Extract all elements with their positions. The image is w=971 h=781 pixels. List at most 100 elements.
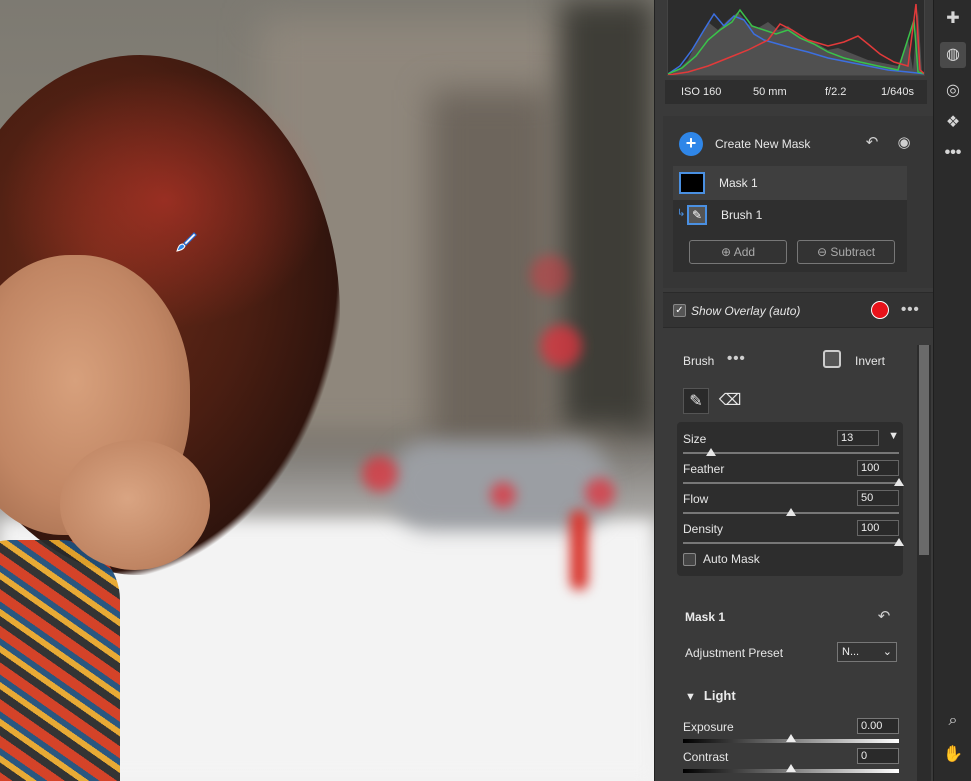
more-tools-icon[interactable]: ••• [940, 140, 966, 166]
plus-icon: + [679, 132, 703, 156]
size-label: Size [683, 432, 707, 446]
masking-panel: ISO 160 50 mm f/2.2 1/640s + Create New … [654, 0, 933, 781]
focal-length-value: 50 mm [753, 86, 787, 98]
photo-canvas[interactable] [0, 0, 654, 781]
size-dropdown-icon[interactable]: ▼ [888, 430, 899, 442]
presets-icon[interactable]: ❖ [940, 110, 966, 136]
auto-mask-checkbox[interactable] [683, 553, 696, 566]
adjustment-preset-label: Adjustment Preset [685, 646, 784, 660]
mask-adjustments-header: Mask 1 ↶ Adjustment Preset N... ⌄ [663, 592, 933, 674]
bokeh-light [530, 255, 570, 295]
auto-mask-option[interactable]: Auto Mask [683, 552, 760, 566]
subtract-label: Subtract [830, 245, 876, 259]
size-input[interactable]: 13 [837, 430, 879, 446]
light-section-toggle[interactable]: ▼ Light [685, 688, 736, 703]
light-section: ▼ Light Exposure 0.00 Contrast 0 [663, 678, 933, 781]
right-toolbar: ✚ ◍ ◎ ❖ ••• ⌕ ✋ [933, 0, 971, 781]
healing-icon[interactable]: ✚ [940, 6, 966, 32]
bokeh-light [585, 478, 615, 508]
density-thumb[interactable] [894, 538, 904, 546]
contrast-slider[interactable]: Contrast 0 [683, 748, 899, 778]
light-title: Light [703, 688, 736, 703]
child-arrow-icon: ↳ [677, 208, 686, 219]
brush-settings: Size 13 ▼ Feather 100 Flow 50 Density 10… [677, 422, 904, 576]
flow-slider[interactable]: Flow 50 [677, 490, 903, 520]
exposure-slider[interactable]: Exposure 0.00 [683, 718, 899, 748]
feather-label: Feather [683, 462, 725, 476]
chevron-down-icon: ⌄ [882, 646, 892, 658]
feather-input[interactable]: 100 [857, 460, 899, 476]
subject-shirt [0, 540, 120, 781]
density-label: Density [683, 522, 724, 536]
red-eye-icon[interactable]: ◎ [940, 78, 966, 104]
exposure-thumb[interactable] [786, 734, 796, 742]
masking-icon[interactable]: ◍ [940, 42, 966, 68]
mask-name: Mask 1 [719, 176, 758, 190]
subject-hand [60, 440, 210, 570]
feather-slider[interactable]: Feather 100 [677, 460, 904, 490]
exif-info-bar: ISO 160 50 mm f/2.2 1/640s [665, 80, 927, 104]
mask-component-item[interactable]: ↳ ✎ Brush 1 [673, 200, 907, 230]
mask-adjustments-title: Mask 1 [685, 610, 726, 624]
chevron-down-icon: ▼ [685, 691, 696, 703]
add-label: Add [733, 245, 756, 259]
more-options-icon[interactable]: ••• [901, 301, 920, 318]
panel-scrollbar[interactable] [917, 345, 931, 781]
density-input[interactable]: 100 [857, 520, 899, 536]
density-slider[interactable]: Density 100 [677, 520, 904, 550]
brush-cursor-icon [176, 232, 197, 252]
mask-thumbnail [679, 172, 705, 194]
feather-track[interactable] [683, 478, 904, 486]
exposure-input[interactable]: 0.00 [857, 718, 899, 734]
contrast-track[interactable] [683, 764, 899, 773]
contrast-input[interactable]: 0 [857, 748, 899, 764]
size-slider[interactable]: Size 13 ▼ [677, 430, 903, 460]
brush-section: Brush ••• Invert ✎ ⌫ Size 13 ▼ Feather 1… [663, 336, 933, 582]
exposure-track[interactable] [683, 734, 899, 743]
eye-icon[interactable]: ◉ [895, 134, 913, 152]
contrast-thumb[interactable] [786, 764, 796, 772]
flow-label: Flow [683, 492, 709, 506]
reset-icon[interactable]: ↶ [875, 608, 893, 626]
overlay-bar: ✓ Show Overlay (auto) ••• [663, 292, 933, 328]
flow-track[interactable] [683, 508, 899, 516]
flow-thumb[interactable] [786, 508, 796, 516]
aperture-value: f/2.2 [825, 86, 847, 98]
bokeh-light [362, 456, 398, 492]
flow-input[interactable]: 50 [857, 490, 899, 506]
zoom-icon[interactable]: ⌕ [940, 708, 966, 734]
bokeh-light [540, 325, 582, 367]
create-new-mask-label: Create New Mask [715, 137, 811, 151]
feather-thumb[interactable] [894, 478, 904, 486]
adjustment-preset-value: N... [842, 646, 860, 658]
mask-list-item[interactable]: Mask 1 [673, 166, 907, 200]
overlay-color-swatch[interactable] [871, 301, 889, 319]
invert-label[interactable]: Invert [855, 354, 885, 368]
bokeh-light [490, 482, 516, 508]
subtract-button[interactable]: ⊖ Subtract [797, 240, 895, 264]
auto-mask-label: Auto Mask [703, 552, 760, 566]
create-new-mask-button[interactable]: + Create New Mask [679, 132, 810, 156]
scrollbar-thumb[interactable] [919, 345, 929, 555]
add-button[interactable]: ⊕ Add [689, 240, 787, 264]
invert-icon[interactable] [823, 350, 841, 368]
reset-masks-icon[interactable]: ↶ [863, 134, 881, 152]
size-track[interactable] [683, 448, 899, 456]
size-thumb[interactable] [706, 448, 717, 456]
background-tree [560, 0, 654, 430]
hand-icon[interactable]: ✋ [940, 742, 966, 768]
brush-options-icon[interactable]: ••• [727, 350, 746, 367]
brush-title: Brush [683, 354, 715, 368]
contrast-label: Contrast [683, 750, 729, 764]
exposure-label: Exposure [683, 720, 734, 734]
mask-list: Mask 1 ↳ ✎ Brush 1 ⊕ Add ⊖ Subtract [673, 166, 907, 272]
eraser-icon[interactable]: ⌫ [717, 388, 743, 414]
show-overlay-checkbox[interactable]: ✓ [673, 304, 686, 317]
density-track[interactable] [683, 538, 904, 546]
brush-tool-button[interactable]: ✎ [683, 388, 709, 414]
show-overlay-label: Show Overlay (auto) [691, 304, 801, 318]
iso-value: ISO 160 [681, 86, 722, 98]
subtract-mask-icon: ⊖ [816, 245, 831, 259]
add-mask-icon: ⊕ [720, 245, 734, 259]
adjustment-preset-dropdown[interactable]: N... ⌄ [837, 642, 897, 662]
